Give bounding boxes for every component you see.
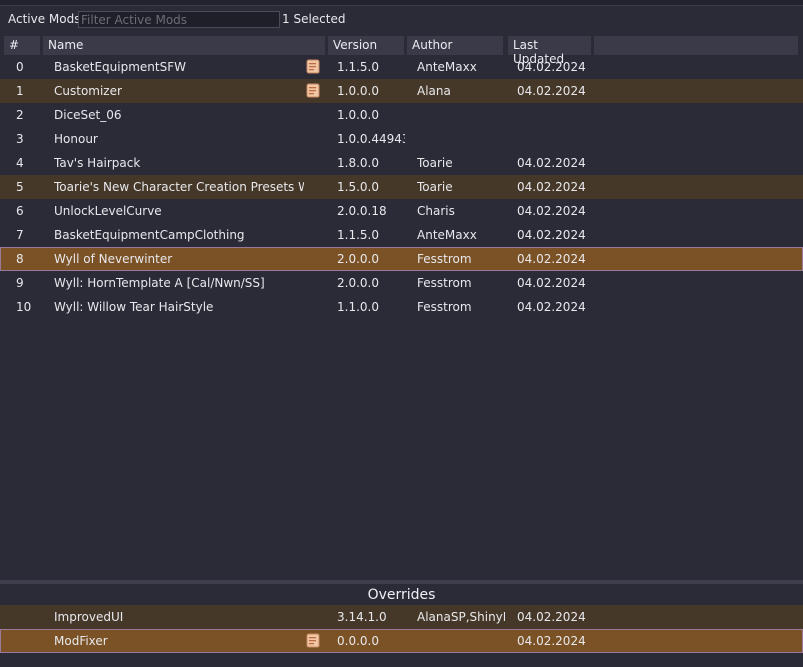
mod-name: Honour [54,132,98,146]
mod-author: AnteMaxx [417,228,477,242]
mod-row[interactable]: 6 UnlockLevelCurve 2.0.0.18 Charis 04.02.202… [0,199,803,223]
mod-index: 7 [16,228,24,242]
mod-version: 1.1.0.0 [337,300,379,314]
column-header-version[interactable]: Version [328,36,405,55]
mod-last-updated: 04.02.2024 [517,300,586,314]
mod-author: Fesstrom [417,300,472,314]
mod-name: Wyll of Neverwinter [54,252,173,266]
mod-last-updated: 04.02.2024 [517,84,586,98]
column-header-index[interactable]: # [4,36,41,55]
selected-count: 1 Selected [282,12,346,26]
mod-row[interactable]: 9 Wyll: HornTemplate A [Cal/Nwn/SS] 2.0.0.… [0,271,803,295]
mod-name: BasketEquipmentCampClothing [54,228,245,242]
mod-index: 1 [16,84,24,98]
column-header-author[interactable]: Author [407,36,504,55]
mod-row[interactable]: 2 DiceSet_06 1.0.0.0 [0,103,803,127]
mod-author: AlanaSP,ShinyHo [417,610,505,624]
mod-index: 8 [16,252,24,266]
mod-name: Customizer [54,84,122,98]
mod-author: Fesstrom [417,276,472,290]
mod-last-updated: 04.02.2024 [517,60,586,74]
mod-name: BasketEquipmentSFW [54,60,186,74]
script-extender-icon [306,59,320,74]
mod-last-updated: 04.02.2024 [517,276,586,290]
mod-last-updated: 04.02.2024 [517,180,586,194]
mod-name: ModFixer [54,634,108,648]
mod-name: Tav's Hairpack [54,156,141,170]
mod-name: DiceSet_06 [54,108,122,122]
column-header-last-updated[interactable]: Last Updated [508,36,592,66]
mod-index: 0 [16,60,24,74]
mod-version: 1.8.0.0 [337,156,379,170]
mod-name: Wyll: Willow Tear HairStyle [54,300,214,314]
active-mods-title: Active Mods [8,12,81,26]
filter-active-mods-input[interactable] [78,11,280,28]
mod-author: Charis [417,204,455,218]
panel-splitter[interactable] [0,580,803,584]
mod-version: 1.5.0.0 [337,180,379,194]
mod-version: 1.0.0.0 [337,108,379,122]
column-header-empty [594,36,799,55]
mod-last-updated: 04.02.2024 [517,610,586,624]
mod-index: 4 [16,156,24,170]
mod-row[interactable]: 10 Wyll: Willow Tear HairStyle 1.1.0.0 Fess… [0,295,803,319]
active-mods-toolbar: Active Mods 1 Selected [0,8,803,30]
mod-author: Alana [417,84,451,98]
mod-author: Toarie [417,156,453,170]
mod-row[interactable]: 4 Tav's Hairpack 1.8.0.0 Toarie 04.02.2024 [0,151,803,175]
mod-version: 2.0.0.0 [337,252,379,266]
mod-name: ImprovedUI [54,610,124,624]
mod-name: UnlockLevelCurve [54,204,162,218]
mod-version: 3.14.1.0 [337,610,387,624]
mod-last-updated: 04.02.2024 [517,634,586,648]
mod-row[interactable]: 5 Toarie's New Character Creation Presets… [0,175,803,199]
mod-author: Toarie [417,180,453,194]
mod-row[interactable]: ImprovedUI 3.14.1.0 AlanaSP,ShinyHo 04.02.2… [0,605,803,629]
mod-version: 1.1.5.0 [337,228,379,242]
mod-index: 2 [16,108,24,122]
mod-version: 0.0.0.0 [337,634,379,648]
mod-index: 10 [16,300,32,314]
mod-last-updated: 04.02.2024 [517,228,586,242]
mod-version: 2.0.0.18 [337,204,387,218]
mod-version: 2.0.0.0 [337,276,379,290]
mod-row[interactable]: ModFixer 0.0.0.0 04.02.2024 [0,629,803,653]
mod-index: 9 [16,276,24,290]
mod-version: 1.0.0.449431 [337,132,405,146]
mod-index: 5 [16,180,24,194]
script-extender-icon [306,633,320,648]
mod-row[interactable]: 8 Wyll of Neverwinter 2.0.0.0 Fesstrom 04.02… [0,247,803,271]
mod-row[interactable]: 1 Customizer 1.0.0.0 Alana 04.02.2024 [0,79,803,103]
mod-version: 1.0.0.0 [337,84,379,98]
mod-last-updated: 04.02.2024 [517,252,586,266]
mod-index: 6 [16,204,24,218]
mod-name: Toarie's New Character Creation Presets … [54,180,304,194]
mod-author: Fesstrom [417,252,472,266]
table-header: # Name Version Author Last Updated [4,36,799,66]
mod-last-updated: 04.02.2024 [517,156,586,170]
overrides-title: Overrides [367,587,436,603]
mod-last-updated: 04.02.2024 [517,204,586,218]
top-border [0,0,803,6]
mod-row[interactable]: 3 Honour 1.0.0.449431 [0,127,803,151]
mod-row[interactable]: 0 BasketEquipmentSFW 1.1.5.0 AnteMaxx 04.02.… [0,55,803,79]
column-header-name[interactable]: Name [43,36,326,55]
mod-version: 1.1.5.0 [337,60,379,74]
mod-row[interactable]: 7 BasketEquipmentCampClothing 1.1.5.0 AnteM… [0,223,803,247]
script-extender-icon [306,83,320,98]
mod-author: AnteMaxx [417,60,477,74]
mod-index: 3 [16,132,24,146]
mod-name: Wyll: HornTemplate A [Cal/Nwn/SS] [54,276,265,290]
